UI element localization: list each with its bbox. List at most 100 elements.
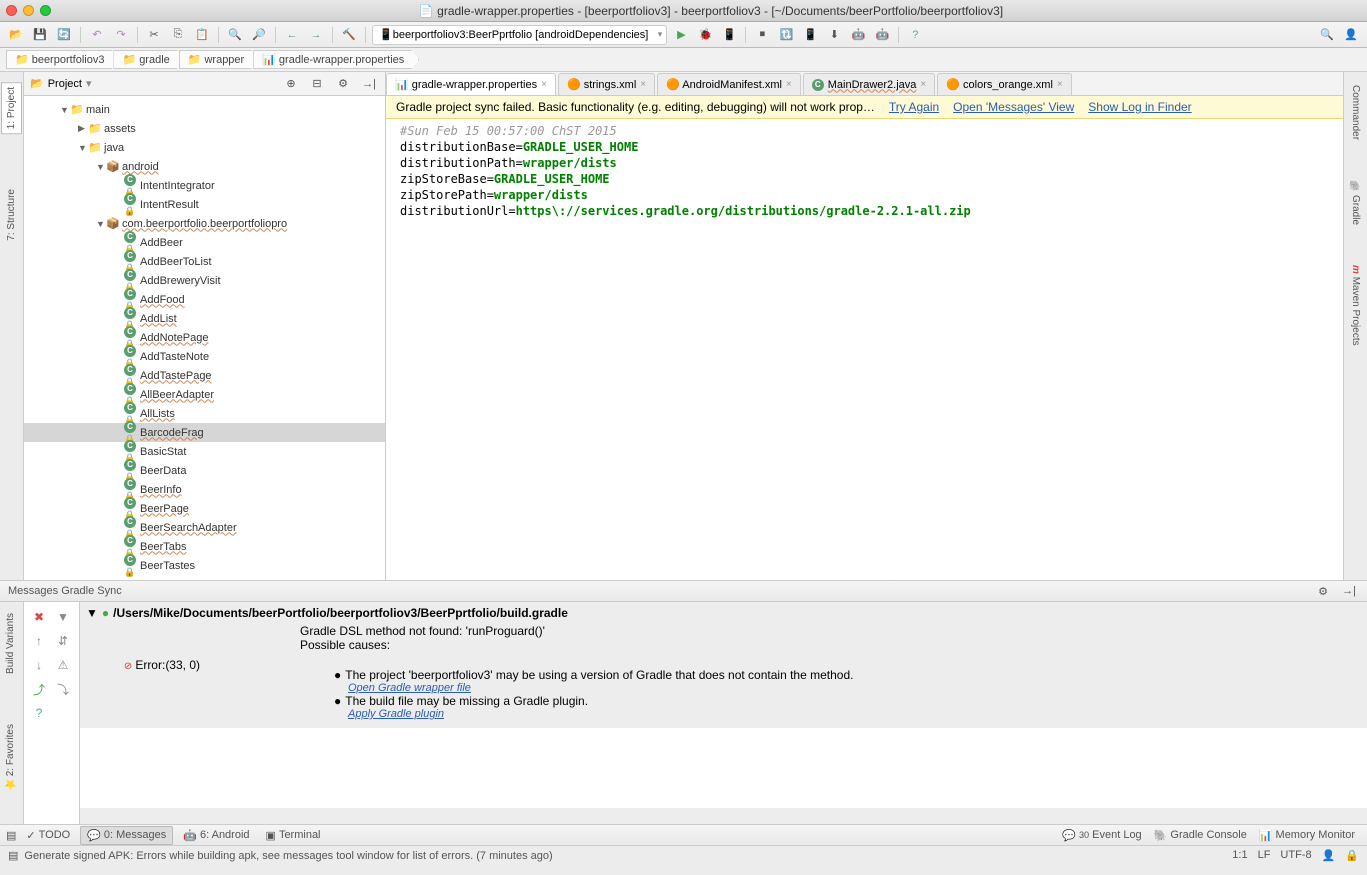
copy-icon[interactable]: ⎘ <box>168 26 188 44</box>
android-icon[interactable]: 🤖 <box>872 26 892 44</box>
save-icon[interactable]: 💾 <box>30 26 50 44</box>
help2-icon[interactable]: ? <box>30 704 48 722</box>
open-messages-link[interactable]: Open 'Messages' View <box>953 100 1074 114</box>
forward-icon[interactable]: → <box>306 26 326 44</box>
sdk-icon[interactable]: ⬇ <box>824 26 844 44</box>
find-icon[interactable]: 🔍 <box>225 26 245 44</box>
scroll-to-icon[interactable]: ⊕ <box>281 75 301 93</box>
messages-tab[interactable]: 💬 0: Messages <box>80 826 173 845</box>
paste-icon[interactable]: 📋 <box>192 26 212 44</box>
tree-row[interactable]: C 🔒AllLists <box>24 404 385 423</box>
undo-icon[interactable]: ↶ <box>87 26 107 44</box>
breadcrumb-item[interactable]: 📁wrapper <box>179 50 259 69</box>
breadcrumb-item[interactable]: 📁beerportfoliov3 <box>6 50 119 69</box>
redo-icon[interactable]: ↷ <box>111 26 131 44</box>
tree-row[interactable]: C 🔒AddFood <box>24 290 385 309</box>
zoom-window-button[interactable] <box>40 5 51 16</box>
tree-row[interactable]: C 🔒BarcodeFrag <box>24 423 385 442</box>
tool-window-icon[interactable]: ▤ <box>6 829 16 842</box>
minimize-window-button[interactable] <box>23 5 34 16</box>
back-icon[interactable]: ← <box>282 26 302 44</box>
attach-icon[interactable]: 📱 <box>719 26 739 44</box>
run-icon[interactable]: ▶ <box>671 26 691 44</box>
filter-icon[interactable]: ⇵ <box>54 632 72 650</box>
status-icon[interactable]: ▤ <box>8 849 18 862</box>
sync-gradle-icon[interactable]: 🔃 <box>776 26 796 44</box>
tree-row[interactable]: C 🔒AddBeer <box>24 233 385 252</box>
file-encoding[interactable]: UTF-8 <box>1280 849 1311 862</box>
sync-icon[interactable]: 🔄 <box>54 26 74 44</box>
structure-tab[interactable]: 7: Structure <box>1 184 22 246</box>
close-tab-icon[interactable]: × <box>920 79 926 90</box>
down-icon[interactable]: ▼ <box>54 608 72 626</box>
help-icon[interactable]: ? <box>905 26 925 44</box>
open-wrapper-link[interactable]: Open Gradle wrapper file <box>348 682 471 694</box>
run-config-combo[interactable]: 📱 beerportfoliov3:BeerPprtfolio [android… <box>372 25 667 45</box>
tree-row[interactable]: C 🔒AddList <box>24 309 385 328</box>
tree-row[interactable]: C 🔒IntentIntegrator <box>24 176 385 195</box>
dropdown-icon[interactable]: ▾ <box>86 77 92 90</box>
replace-icon[interactable]: 🔎 <box>249 26 269 44</box>
search-everywhere-icon[interactable]: 🔍 <box>1317 26 1337 44</box>
messages-content[interactable]: ▼●/Users/Mike/Documents/beerPortfolio/be… <box>80 602 1367 824</box>
tree-row[interactable]: ▼📁java <box>24 138 385 157</box>
tree-row[interactable]: C 🔒AllBeerAdapter <box>24 385 385 404</box>
apply-plugin-link[interactable]: Apply Gradle plugin <box>348 708 444 720</box>
import-icon[interactable]: ⤵ <box>54 680 72 698</box>
stop-icon[interactable]: ⏹ <box>752 26 772 44</box>
tree-row[interactable]: C 🔒AddBreweryVisit <box>24 271 385 290</box>
user-icon[interactable]: 👤 <box>1341 26 1361 44</box>
show-log-link[interactable]: Show Log in Finder <box>1088 100 1191 114</box>
build-variants-tab[interactable]: Build Variants <box>0 608 21 679</box>
line-separator[interactable]: LF <box>1258 849 1271 862</box>
close-tab-icon[interactable]: × <box>1057 79 1063 90</box>
tree-row[interactable]: ▼📦android <box>24 157 385 176</box>
terminal-tab[interactable]: ▣ Terminal <box>260 827 327 844</box>
close-window-button[interactable] <box>6 5 17 16</box>
tree-row[interactable]: C 🔒BeerPage <box>24 499 385 518</box>
gear-icon[interactable]: ⚙ <box>1313 582 1333 600</box>
up-icon[interactable]: ↑ <box>30 632 48 650</box>
tree-row[interactable]: C 🔒IntentResult <box>24 195 385 214</box>
gradle-console-tab[interactable]: 🐘 Gradle Console <box>1148 827 1253 844</box>
tree-row[interactable]: ▶📁assets <box>24 119 385 138</box>
cursor-position[interactable]: 1:1 <box>1232 849 1247 862</box>
close-tab-icon[interactable]: × <box>640 79 646 90</box>
event-log-tab[interactable]: 💬30 Event Log <box>1056 827 1147 844</box>
close-icon[interactable]: ✖ <box>30 608 48 626</box>
tree-row[interactable]: C 🔒BeerData <box>24 461 385 480</box>
build-icon[interactable]: 🔨 <box>339 26 359 44</box>
gradle-tab[interactable]: 🐘 Gradle <box>1345 175 1366 230</box>
memory-monitor-tab[interactable]: 📊 Memory Monitor <box>1253 827 1361 844</box>
editor-tab[interactable]: 📊 gradle-wrapper.properties × <box>386 73 556 95</box>
tree-row[interactable]: C 🔒BeerTabs <box>24 537 385 556</box>
hide-icon[interactable]: →| <box>359 75 379 93</box>
project-tab[interactable]: 1: Project <box>1 82 22 134</box>
editor-tab[interactable]: 🟠 colors_orange.xml × <box>937 73 1071 95</box>
maven-tab[interactable]: m Maven Projects <box>1345 260 1366 351</box>
favorites-tab[interactable]: ⭐ 2: Favorites <box>0 719 21 796</box>
android-tab[interactable]: 🤖 6: Android <box>177 827 255 844</box>
messages-file-path[interactable]: ▼●/Users/Mike/Documents/beerPortfolio/be… <box>80 604 1367 622</box>
collapse-icon[interactable]: ⊟ <box>307 75 327 93</box>
close-tab-icon[interactable]: × <box>541 79 547 90</box>
breadcrumb-item[interactable]: 📁gradle <box>113 50 184 69</box>
open-icon[interactable]: 📂 <box>6 26 26 44</box>
breadcrumb-item[interactable]: 📊gradle-wrapper.properties <box>253 50 419 69</box>
project-tree[interactable]: ▼📁main▶📁assets▼📁java▼📦androidC 🔒IntentIn… <box>24 96 385 580</box>
editor-content[interactable]: #Sun Feb 15 00:57:00 ChST 2015 distribut… <box>386 119 1343 580</box>
tree-row[interactable]: C 🔒AddTasteNote <box>24 347 385 366</box>
ddms-icon[interactable]: 🤖 <box>848 26 868 44</box>
tree-row[interactable]: ▼📦com.beerportfolio.beerportfoliopro <box>24 214 385 233</box>
commander-tab[interactable]: Commander <box>1345 80 1366 145</box>
try-again-link[interactable]: Try Again <box>889 100 939 114</box>
close-tab-icon[interactable]: × <box>786 79 792 90</box>
tree-row[interactable]: C 🔒BeerInfo <box>24 480 385 499</box>
tree-row[interactable]: C 🔒AddBeerToList <box>24 252 385 271</box>
tree-row[interactable]: ▼📁main <box>24 100 385 119</box>
debug-icon[interactable]: 🐞 <box>695 26 715 44</box>
tree-row[interactable]: C 🔒AddTastePage <box>24 366 385 385</box>
export-icon[interactable]: ⤴ <box>30 680 48 698</box>
tree-row[interactable]: C 🔒BeerSearchAdapter <box>24 518 385 537</box>
editor-tab[interactable]: 🟠 AndroidManifest.xml × <box>657 73 801 95</box>
